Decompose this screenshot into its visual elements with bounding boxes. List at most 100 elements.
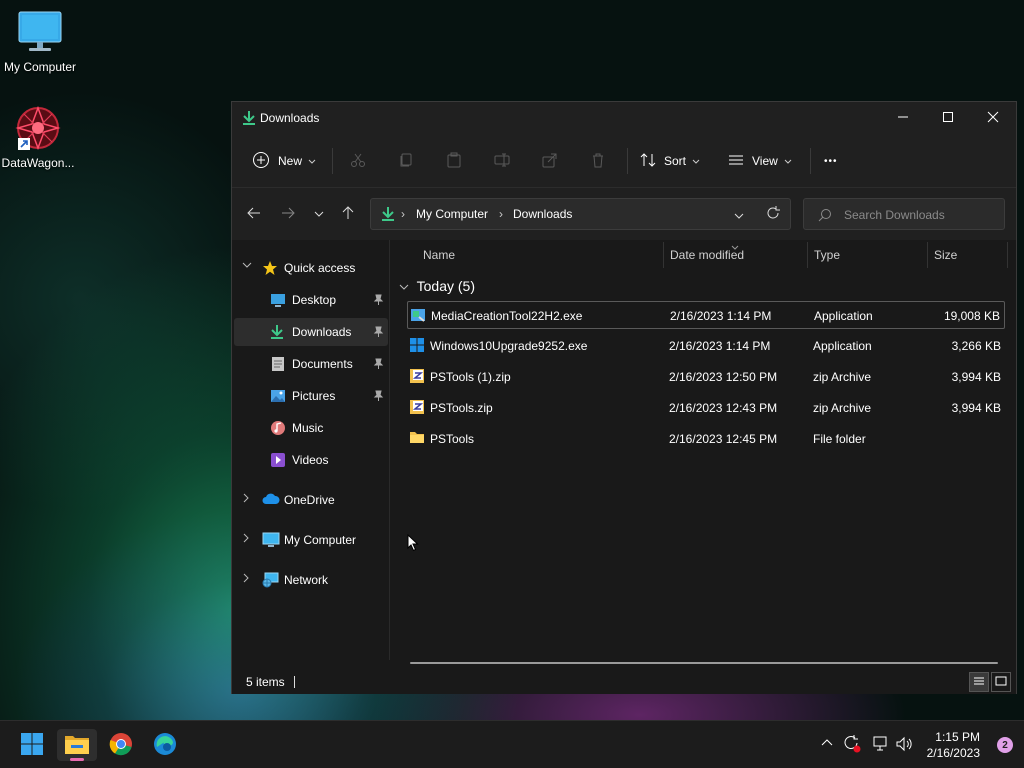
horizontal-scrollbar[interactable] xyxy=(410,662,998,664)
column-header-name[interactable]: Name xyxy=(423,248,455,262)
window-title: Downloads xyxy=(260,111,320,125)
sort-button[interactable]: Sort xyxy=(640,150,700,172)
notification-badge[interactable]: 2 xyxy=(997,737,1013,753)
cut-button[interactable] xyxy=(350,150,366,172)
copy-button[interactable] xyxy=(398,150,414,172)
show-hidden-icons-button[interactable] xyxy=(821,735,833,749)
sidebar-item-documents[interactable]: Documents xyxy=(234,350,388,378)
maximize-icon xyxy=(942,111,954,126)
maximize-button[interactable] xyxy=(925,102,971,134)
sidebar-item-videos[interactable]: Videos xyxy=(234,446,388,474)
delete-button[interactable] xyxy=(590,150,606,172)
sidebar-item-label: Pictures xyxy=(292,389,336,403)
minimize-button[interactable] xyxy=(880,102,926,134)
pin-icon xyxy=(372,326,384,341)
computer-icon xyxy=(262,532,280,551)
network-tray-button[interactable] xyxy=(871,736,889,755)
column-header-size[interactable]: Size xyxy=(934,248,957,262)
file-row[interactable]: PSTools (1).zip 2/16/2023 12:50 PM zip A… xyxy=(407,363,1005,391)
status-bar: 5 items xyxy=(232,672,1016,694)
address-dropdown-button[interactable] xyxy=(734,209,744,223)
file-name: MediaCreationTool22H2.exe xyxy=(431,309,583,323)
file-size: 19,008 KB xyxy=(943,309,1000,323)
sidebar-item-network[interactable]: Network xyxy=(234,566,388,594)
system-clock[interactable]: 1:15 PM 2/16/2023 xyxy=(927,729,980,761)
sidebar-item-label: Music xyxy=(292,421,324,435)
breadcrumb-my-computer[interactable]: My Computer xyxy=(416,207,488,221)
toolbar-divider xyxy=(810,148,811,174)
sync-alert-icon xyxy=(843,735,861,756)
file-row[interactable]: MediaCreationTool22H2.exe 2/16/2023 1:14… xyxy=(407,301,1005,329)
sidebar-item-label: Quick access xyxy=(284,261,356,275)
address-bar[interactable]: › My Computer › Downloads xyxy=(370,198,791,230)
arrow-up-icon xyxy=(342,205,354,223)
command-bar: New Sort View ••• xyxy=(232,134,1016,188)
desktop-icon-datawagon[interactable]: DataWagon... xyxy=(0,104,78,170)
close-button[interactable] xyxy=(970,102,1016,134)
back-button[interactable] xyxy=(242,204,266,224)
file-type: Application xyxy=(814,309,873,323)
file-size: 3,994 KB xyxy=(951,370,1001,384)
taskbar-chrome[interactable] xyxy=(101,729,141,761)
sidebar-item-onedrive[interactable]: OneDrive xyxy=(234,486,388,514)
sidebar-item-pictures[interactable]: Pictures xyxy=(234,382,388,410)
volume-tray-button[interactable] xyxy=(895,736,913,755)
recent-locations-button[interactable] xyxy=(307,204,331,224)
taskbar-edge[interactable] xyxy=(145,729,185,761)
column-divider[interactable] xyxy=(1007,242,1008,268)
column-divider[interactable] xyxy=(663,242,664,268)
more-options-button[interactable]: ••• xyxy=(824,150,838,172)
sidebar-item-downloads[interactable]: Downloads xyxy=(234,318,388,346)
file-row[interactable]: PSTools.zip 2/16/2023 12:43 PM zip Archi… xyxy=(407,394,1005,422)
desktop-icon-my-computer[interactable]: My Computer xyxy=(0,10,80,74)
clock-time: 1:15 PM xyxy=(935,730,980,744)
sidebar-item-desktop[interactable]: Desktop xyxy=(234,286,388,314)
network-monitor-icon xyxy=(871,736,889,755)
update-tray-button[interactable] xyxy=(843,735,861,756)
up-button[interactable] xyxy=(336,204,360,224)
file-explorer-icon xyxy=(64,733,90,758)
search-placeholder: Search Downloads xyxy=(844,208,945,222)
column-header-date-modified[interactable]: Date modified xyxy=(670,248,744,262)
sort-button-label: Sort xyxy=(664,154,687,168)
copy-icon xyxy=(398,152,414,171)
group-label: Today (5) xyxy=(416,278,475,294)
column-header-type[interactable]: Type xyxy=(814,248,840,262)
column-divider[interactable] xyxy=(807,242,808,268)
sort-icon xyxy=(640,152,656,171)
group-header-today[interactable]: Today (5) xyxy=(399,278,475,294)
file-row[interactable]: Windows10Upgrade9252.exe 2/16/2023 1:14 … xyxy=(407,332,1005,360)
sidebar-item-label: Desktop xyxy=(292,293,337,307)
breadcrumb-downloads[interactable]: Downloads xyxy=(513,207,572,221)
rename-button[interactable] xyxy=(494,150,510,172)
view-button[interactable]: View xyxy=(728,150,792,172)
forward-button[interactable] xyxy=(276,204,300,224)
clipboard-icon xyxy=(446,152,462,171)
new-button[interactable]: New xyxy=(252,150,316,172)
folder-icon xyxy=(409,430,425,447)
navigation-pane: Quick access Desktop Downloads Documents… xyxy=(232,240,390,660)
speaker-icon xyxy=(895,736,913,755)
sidebar-item-my-computer[interactable]: My Computer xyxy=(234,526,388,554)
monitor-icon xyxy=(18,10,62,56)
new-button-label: New xyxy=(278,154,303,168)
file-size: 3,994 KB xyxy=(951,401,1001,415)
search-box[interactable]: Search Downloads xyxy=(803,198,1005,230)
rename-icon xyxy=(494,152,510,171)
paste-button[interactable] xyxy=(446,150,462,172)
tiles-view-button[interactable] xyxy=(991,672,1011,692)
file-explorer-window: Downloads New Sort View ••• › My Compute… xyxy=(231,101,1017,694)
column-divider[interactable] xyxy=(927,242,928,268)
taskbar-file-explorer[interactable] xyxy=(57,729,97,761)
sidebar-item-music[interactable]: Music xyxy=(234,414,388,442)
file-row[interactable]: PSTools 2/16/2023 12:45 PM File folder xyxy=(407,425,1005,453)
start-button[interactable] xyxy=(12,729,52,761)
refresh-button[interactable] xyxy=(766,206,780,223)
share-button[interactable] xyxy=(542,150,558,172)
pin-icon xyxy=(372,390,384,405)
sidebar-item-quick-access[interactable]: Quick access xyxy=(234,254,388,282)
share-icon xyxy=(542,152,558,171)
title-bar[interactable]: Downloads xyxy=(232,102,1016,134)
file-date: 2/16/2023 12:43 PM xyxy=(669,401,778,415)
details-view-button[interactable] xyxy=(969,672,989,692)
